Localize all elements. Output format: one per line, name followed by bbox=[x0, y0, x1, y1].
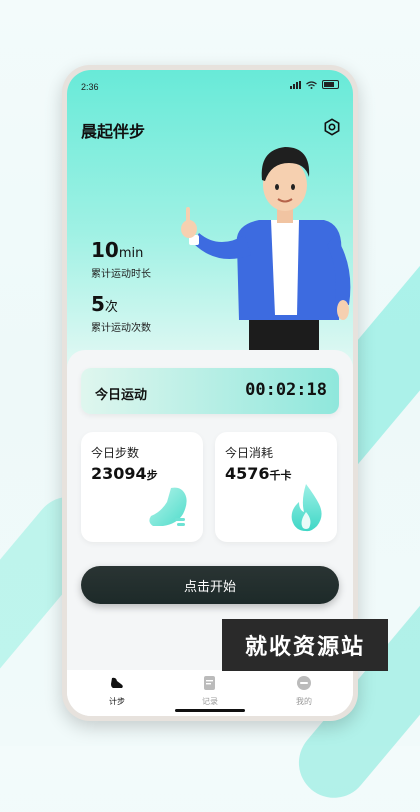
today-exercise-card: 今日运动 00:02:18 bbox=[81, 368, 339, 414]
home-indicator[interactable] bbox=[175, 709, 245, 712]
tab-steps[interactable]: 计步 bbox=[87, 675, 147, 707]
duration-value: 10 bbox=[91, 238, 119, 262]
today-exercise-label: 今日运动 bbox=[95, 388, 148, 403]
duration-label: 累计运动时长 bbox=[91, 269, 151, 280]
tab-profile-label: 我的 bbox=[296, 697, 312, 706]
duration-unit: min bbox=[118, 246, 144, 261]
character-illustration bbox=[181, 147, 351, 355]
shoe-icon bbox=[149, 487, 187, 526]
watermark-banner: 就收资源站 bbox=[222, 619, 388, 671]
tab-records-label: 记录 bbox=[202, 697, 218, 706]
tab-profile[interactable]: 我的 bbox=[274, 675, 334, 707]
status-icons bbox=[290, 80, 339, 89]
status-time: 2:36 bbox=[81, 82, 99, 92]
profile-icon bbox=[297, 676, 311, 690]
app-title: 晨起伴步 bbox=[81, 122, 146, 141]
calories-title: 今日消耗 bbox=[225, 446, 274, 460]
count-unit: 次 bbox=[104, 300, 118, 315]
stat-duration: 10min 累计运动时长 bbox=[91, 238, 151, 280]
battery-icon bbox=[322, 80, 339, 89]
bottom-tab-bar: 计步 记录 我的 bbox=[67, 670, 353, 716]
steps-unit: 步 bbox=[146, 469, 158, 482]
wifi-icon bbox=[306, 80, 317, 89]
flame-icon bbox=[291, 484, 322, 532]
start-button[interactable]: 点击开始 bbox=[81, 566, 339, 604]
tab-steps-label: 计步 bbox=[109, 697, 125, 706]
signal-icon bbox=[290, 80, 301, 89]
calories-card: 今日消耗 4576千卡 bbox=[215, 432, 337, 542]
steps-title: 今日步数 bbox=[91, 446, 140, 460]
note-icon bbox=[204, 676, 215, 690]
calories-unit: 千卡 bbox=[269, 469, 292, 482]
count-value: 5 bbox=[91, 292, 105, 316]
stat-count: 5次 累计运动次数 bbox=[91, 292, 151, 334]
steps-card: 今日步数 23094步 bbox=[81, 432, 203, 542]
steps-value-row: 23094步 bbox=[91, 464, 158, 483]
calories-value-row: 4576千卡 bbox=[225, 464, 292, 483]
today-exercise-timer: 00:02:18 bbox=[245, 380, 327, 400]
status-bar: 2:36 bbox=[67, 70, 353, 98]
tab-records[interactable]: 记录 bbox=[180, 675, 240, 707]
steps-value: 23094 bbox=[91, 464, 147, 483]
calories-value: 4576 bbox=[225, 464, 270, 483]
shoe-tab-icon bbox=[111, 677, 123, 688]
count-label: 累计运动次数 bbox=[91, 323, 151, 334]
